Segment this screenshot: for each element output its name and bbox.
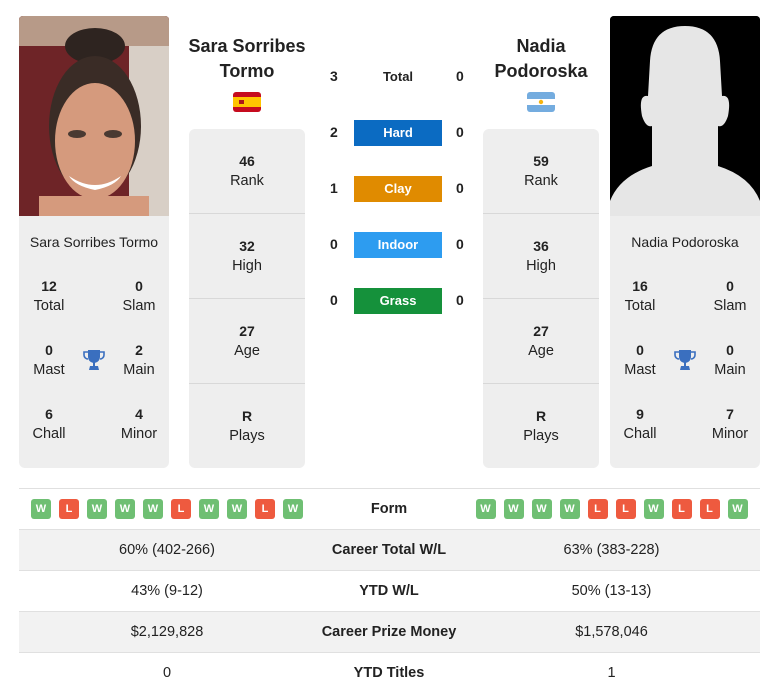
player2-value: $1,578,046 xyxy=(575,624,648,640)
surface-clay-badge[interactable]: Clay xyxy=(354,176,442,202)
h2h-grass-row: 0 Grass 0 xyxy=(320,288,480,316)
form-row: WLWWWLWWLW Form WWWWLLWLLW xyxy=(19,488,760,529)
table-row: 60% (402-266) Career Total W/L 63% (383-… xyxy=(19,529,760,570)
player1-total-titles: 12 Total xyxy=(33,278,65,314)
player2-mast-titles: 0 Mast xyxy=(624,342,656,378)
player2-slam-titles: 0 Slam xyxy=(713,278,747,314)
player1-titles-card: Sara Sorribes Tormo 12 Total 0 Slam 0 Mast … xyxy=(19,216,169,468)
player2-form: WWWWLLWLLW xyxy=(463,499,760,519)
h2h-indoor-row: 0 Indoor 0 xyxy=(320,232,480,260)
player2-age: 27 Age xyxy=(483,299,599,384)
player1-rank: 46 Rank xyxy=(189,129,305,214)
loss-badge: L xyxy=(615,499,636,519)
player2-main-titles: 0 Main xyxy=(714,342,746,378)
surface-hard-badge[interactable]: Hard xyxy=(354,120,442,146)
win-badge: W xyxy=(87,499,107,519)
win-badge: W xyxy=(143,499,163,519)
surface-grass-badge[interactable]: Grass xyxy=(354,288,442,314)
player2-rank: 59 Rank xyxy=(483,129,599,214)
win-badge: W xyxy=(283,499,303,519)
win-badge: W xyxy=(559,499,580,519)
player1-slam-titles: 0 Slam xyxy=(122,278,156,314)
h2h-total-row: 3 Total 0 xyxy=(320,64,480,92)
player1-value: 0 xyxy=(162,665,172,681)
player2-value: 1 xyxy=(607,665,616,681)
trophy-icon xyxy=(82,348,106,372)
trophy-icon xyxy=(673,348,697,372)
player2-name: Nadia Podoroska xyxy=(631,234,739,250)
player1-main-titles: 2 Main xyxy=(123,342,155,378)
win-badge: W xyxy=(115,499,135,519)
player1-value: $2,129,828 xyxy=(130,624,204,640)
loss-badge: L xyxy=(699,499,720,519)
row-label: Career Prize Money xyxy=(321,624,457,640)
player1-name: Sara Sorribes Tormo xyxy=(29,234,159,250)
player2-heading[interactable]: Nadia Podoroska xyxy=(466,34,616,84)
argentina-flag-icon xyxy=(527,92,555,112)
spain-flag-icon xyxy=(233,92,261,112)
player2-value: 50% (13-13) xyxy=(571,583,652,599)
table-row: $2,129,828 Career Prize Money $1,578,046 xyxy=(19,611,760,652)
player1-chall-titles: 6 Chall xyxy=(32,406,66,442)
player2-total-titles: 16 Total xyxy=(624,278,656,314)
player1-age: 27 Age xyxy=(189,299,305,384)
surface-indoor-badge[interactable]: Indoor xyxy=(354,232,442,258)
player2-chall-titles: 9 Chall xyxy=(623,406,657,442)
form-label: Form xyxy=(370,501,408,517)
win-badge: W xyxy=(727,499,748,519)
win-badge: W xyxy=(503,499,524,519)
player2-minor-titles: 7 Minor xyxy=(711,406,749,442)
player2-value: 63% (383-228) xyxy=(563,542,660,558)
player1-value: 60% (402-266) xyxy=(119,542,215,558)
h2h-hard-row: 2 Hard 0 xyxy=(320,120,480,148)
player2-high: 36 High xyxy=(483,214,599,299)
table-row: 0 YTD Titles 1 xyxy=(19,652,760,693)
player1-plays: R Plays xyxy=(229,408,265,444)
player1-value: 43% (9-12) xyxy=(131,583,203,599)
loss-badge: L xyxy=(171,499,191,519)
win-badge: W xyxy=(531,499,552,519)
player1-mast-titles: 0 Mast xyxy=(33,342,65,378)
loss-badge: L xyxy=(671,499,692,519)
win-badge: W xyxy=(199,499,219,519)
player1-form: WLWWWLWWLW xyxy=(19,499,315,519)
row-label: Career Total W/L xyxy=(331,542,447,558)
row-label: YTD Titles xyxy=(353,665,425,681)
loss-badge: L xyxy=(255,499,275,519)
win-badge: W xyxy=(643,499,664,519)
player2-plays: R Plays xyxy=(523,408,559,444)
h2h-clay-row: 1 Clay 0 xyxy=(320,176,480,204)
player1-photo xyxy=(19,16,169,216)
player1-high: 32 High xyxy=(189,214,305,299)
table-row: 43% (9-12) YTD W/L 50% (13-13) xyxy=(19,570,760,611)
loss-badge: L xyxy=(59,499,79,519)
win-badge: W xyxy=(31,499,51,519)
player1-ranking-panel: 46 Rank 32 High 27 Age R Plays xyxy=(189,129,305,468)
player1-minor-titles: 4 Minor xyxy=(120,406,158,442)
surface-total-label: Total xyxy=(382,69,414,84)
player2-photo-placeholder xyxy=(610,16,760,216)
row-label: YTD W/L xyxy=(359,583,419,599)
loss-badge: L xyxy=(587,499,608,519)
player2-ranking-panel: 59 Rank 36 High 27 Age R Plays xyxy=(483,129,599,468)
player2-titles-card: Nadia Podoroska 16 Total 0 Slam 0 Mast 0 Mai… xyxy=(610,216,760,468)
win-badge: W xyxy=(475,499,496,519)
comparison-table: WLWWWLWWLW Form WWWWLLWLLW 60% (402-266)… xyxy=(19,488,760,693)
win-badge: W xyxy=(227,499,247,519)
player1-heading[interactable]: Sara Sorribes Tormo xyxy=(172,34,322,84)
